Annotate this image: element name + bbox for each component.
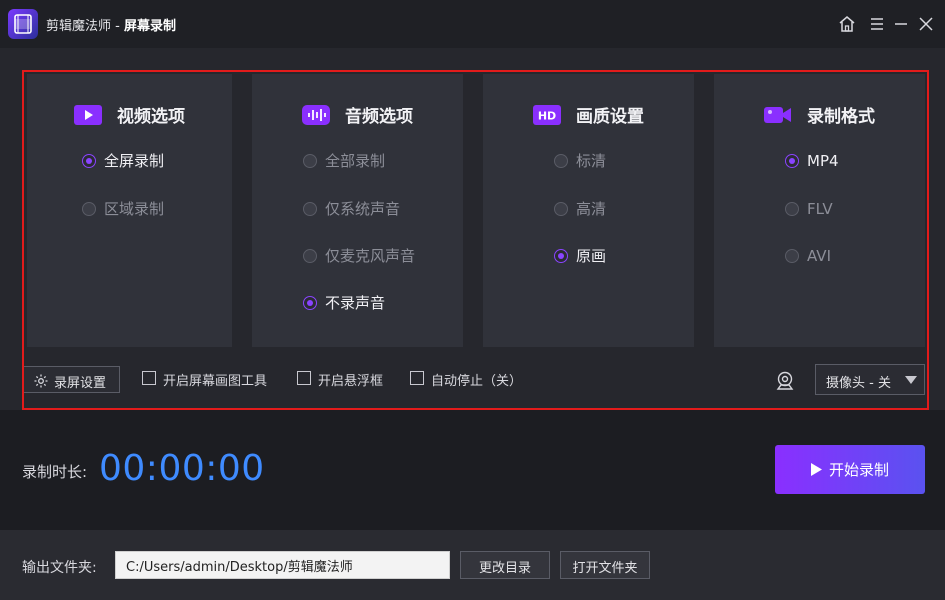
radio-indicator[interactable]	[82, 202, 96, 216]
radio-label: 原画	[576, 247, 607, 265]
radio-label: 仅麦克风声音	[325, 247, 416, 265]
radio-label: 全屏录制	[104, 152, 165, 170]
radio-indicator[interactable]	[785, 154, 799, 168]
record-format-panel: 录制格式 MP4 FLV AVI	[714, 74, 925, 347]
radio-indicator[interactable]	[785, 249, 799, 263]
duration-label: 录制时长:	[22, 463, 88, 481]
video-play-icon	[73, 104, 102, 125]
start-recording-label: 开始录制	[829, 461, 890, 479]
play-icon	[811, 463, 822, 476]
duration-timer: 00:00:00	[99, 448, 265, 489]
checkbox-box[interactable]	[297, 371, 311, 385]
camera-icon	[763, 106, 791, 123]
panel-title: 视频选项	[117, 107, 186, 127]
radio-indicator[interactable]	[785, 202, 799, 216]
panel-title: 画质设置	[576, 107, 645, 127]
open-folder-label: 打开文件夹	[572, 561, 638, 576]
output-footer: 输出文件夹: 更改目录 打开文件夹	[0, 530, 945, 600]
radio-indicator[interactable]	[554, 249, 568, 263]
radio-indicator[interactable]	[554, 154, 568, 168]
checkbox-label: 开启悬浮框	[318, 374, 384, 389]
app-logo-icon	[8, 9, 38, 39]
checkbox-label: 自动停止（关）	[431, 374, 523, 389]
hd-icon: HD	[532, 104, 561, 125]
gear-icon	[34, 374, 48, 388]
radio-label: 区域录制	[104, 200, 165, 218]
radio-label: 标清	[576, 152, 607, 170]
radio-indicator[interactable]	[554, 202, 568, 216]
radio-label: MP4	[807, 152, 839, 170]
chevron-down-icon	[905, 376, 917, 384]
audio-wave-icon	[301, 104, 330, 125]
output-folder-label: 输出文件夹:	[22, 560, 97, 576]
panel-title: 音频选项	[345, 107, 414, 127]
radio-label: 高清	[576, 200, 607, 218]
svg-text:HD: HD	[538, 109, 556, 122]
checkbox-box[interactable]	[142, 371, 156, 385]
camera-select-value: 摄像头 - 关	[826, 376, 891, 391]
record-settings-button[interactable]: 录屏设置	[22, 366, 120, 393]
audio-options-panel: 音频选项 全部录制 仅系统声音 仅麦克风声音 不录声音	[252, 74, 463, 347]
radio-label: FLV	[807, 200, 833, 218]
radio-label: AVI	[807, 247, 831, 265]
panel-title: 录制格式	[807, 107, 876, 127]
home-icon[interactable]	[836, 13, 858, 35]
record-settings-label: 录屏设置	[54, 376, 107, 391]
checkbox-label: 开启屏幕画图工具	[163, 374, 268, 389]
radio-indicator[interactable]	[82, 154, 96, 168]
radio-indicator[interactable]	[303, 296, 317, 310]
record-control-area: 录制时长: 00:00:00 开始录制	[0, 410, 945, 530]
change-directory-button[interactable]: 更改目录	[460, 551, 550, 579]
quality-settings-panel: HD 画质设置 标清 高清 原画	[483, 74, 694, 347]
radio-label: 仅系统声音	[325, 200, 401, 218]
output-path-field[interactable]	[115, 551, 450, 579]
start-recording-button[interactable]: 开始录制	[775, 445, 925, 494]
video-options-panel: 视频选项 全屏录制 区域录制	[27, 74, 232, 347]
radio-label: 全部录制	[325, 152, 386, 170]
change-directory-label: 更改目录	[478, 561, 531, 576]
webcam-icon[interactable]	[774, 370, 796, 392]
title-bar: 剪辑魔法师 - 屏幕录制	[0, 0, 945, 48]
camera-select[interactable]: 摄像头 - 关	[815, 364, 925, 395]
radio-indicator[interactable]	[303, 154, 317, 168]
radio-label: 不录声音	[325, 294, 386, 312]
open-folder-button[interactable]: 打开文件夹	[560, 551, 650, 579]
radio-indicator[interactable]	[303, 202, 317, 216]
close-icon[interactable]	[915, 13, 937, 35]
window-title: 剪辑魔法师 - 屏幕录制	[46, 19, 176, 34]
record-toolbar: 录屏设置 开启屏幕画图工具 开启悬浮框 自动停止（关） 摄像头 - 关	[22, 364, 929, 396]
menu-icon[interactable]	[866, 13, 888, 35]
radio-indicator[interactable]	[303, 249, 317, 263]
checkbox-box[interactable]	[410, 371, 424, 385]
minimize-icon[interactable]	[890, 13, 912, 35]
